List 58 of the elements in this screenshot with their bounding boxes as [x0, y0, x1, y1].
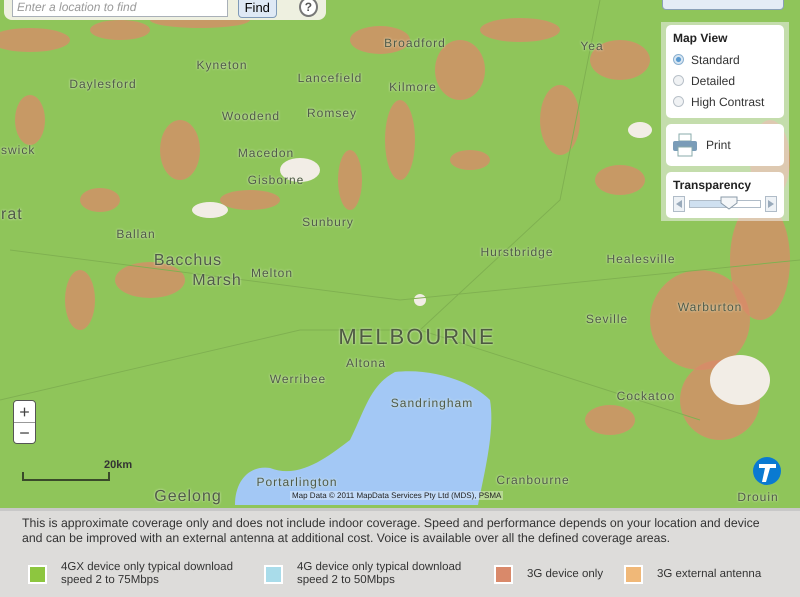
- place-label: Altona: [346, 356, 386, 370]
- no-coverage-patch: [710, 355, 770, 405]
- scale-label: 20km: [104, 459, 132, 471]
- find-button[interactable]: Find: [238, 0, 277, 18]
- place-label: Broadford: [384, 36, 446, 50]
- legend-label: 4GX device only typical download speed 2 to 75Mbps: [61, 561, 234, 587]
- radio-label[interactable]: High Contrast: [691, 94, 764, 108]
- place-label: Lancefield: [298, 71, 362, 85]
- place-label: Daylesford: [69, 77, 137, 91]
- place-label: Drouin: [737, 490, 779, 504]
- place-label: Gisborne: [248, 173, 304, 187]
- place-label: Sunbury: [302, 215, 354, 229]
- radio-button[interactable]: [673, 96, 684, 107]
- no-coverage-patch: [192, 202, 228, 218]
- place-label: Kyneton: [196, 58, 248, 72]
- no-coverage-patch: [414, 294, 426, 306]
- place-label: Portarlington: [256, 475, 338, 489]
- place-label: Hurstbridge: [480, 245, 554, 259]
- place-label: Melton: [250, 266, 294, 280]
- zoom-in-button[interactable]: +: [14, 401, 35, 422]
- place-label: Romsey: [307, 106, 357, 120]
- radio-button[interactable]: [673, 75, 684, 86]
- radio-label[interactable]: Standard: [691, 52, 740, 66]
- legend-label: 3G external antenna: [657, 568, 762, 580]
- legend-label: 4G device only typical download speed 2 to 50Mbps: [297, 561, 462, 587]
- search-field[interactable]: Enter a location to find: [12, 0, 228, 17]
- place-label: Yea: [580, 39, 604, 53]
- place-label: rat: [1, 206, 23, 224]
- place-label: Macedon: [238, 146, 294, 160]
- place-label: Ballan: [116, 227, 156, 241]
- legend-label: 3G device only: [527, 568, 604, 580]
- place-label: Cranbourne: [496, 473, 570, 487]
- radio-label[interactable]: Detailed: [691, 74, 736, 88]
- place-label: Seville: [586, 312, 628, 326]
- zoom-out-button[interactable]: −: [14, 422, 35, 443]
- logo-icon: [752, 456, 782, 486]
- place-label: MELBOURNE: [338, 324, 496, 350]
- place-label: Werribee: [270, 372, 326, 386]
- no-coverage-patch: [628, 122, 652, 138]
- radio-button[interactable]: [673, 54, 684, 65]
- place-label: Bacchus: [154, 252, 222, 270]
- place-label: Warburton: [678, 300, 742, 314]
- coverage-note: This is approximate coverage only and does not include indoor coverage. Speed and performance depends on your location and device and can be improved with an external antenna at additional cost. Voice is available over all the defined coverage areas.: [22, 516, 761, 546]
- help-button[interactable]: ?: [298, 0, 318, 17]
- transparency-title: Transparency: [673, 178, 752, 192]
- place-label: Woodend: [222, 109, 280, 123]
- map-attribution: Map Data © 2011 MapData Services Pty Ltd (MDS), PSMA: [290, 491, 504, 500]
- place-label: Sandringham: [390, 396, 474, 410]
- place-label: Kilmore: [389, 80, 437, 94]
- place-label: Healesville: [606, 252, 676, 266]
- slider-thumb[interactable]: [720, 196, 738, 210]
- place-label: Geelong: [154, 488, 222, 506]
- place-label: Cockatoo: [616, 389, 676, 403]
- map-view-title: Map View: [673, 31, 728, 45]
- printer-icon[interactable]: [672, 133, 698, 157]
- place-label: swick: [1, 143, 36, 157]
- place-label: Marsh: [192, 272, 242, 290]
- print-link[interactable]: Print: [706, 138, 731, 152]
